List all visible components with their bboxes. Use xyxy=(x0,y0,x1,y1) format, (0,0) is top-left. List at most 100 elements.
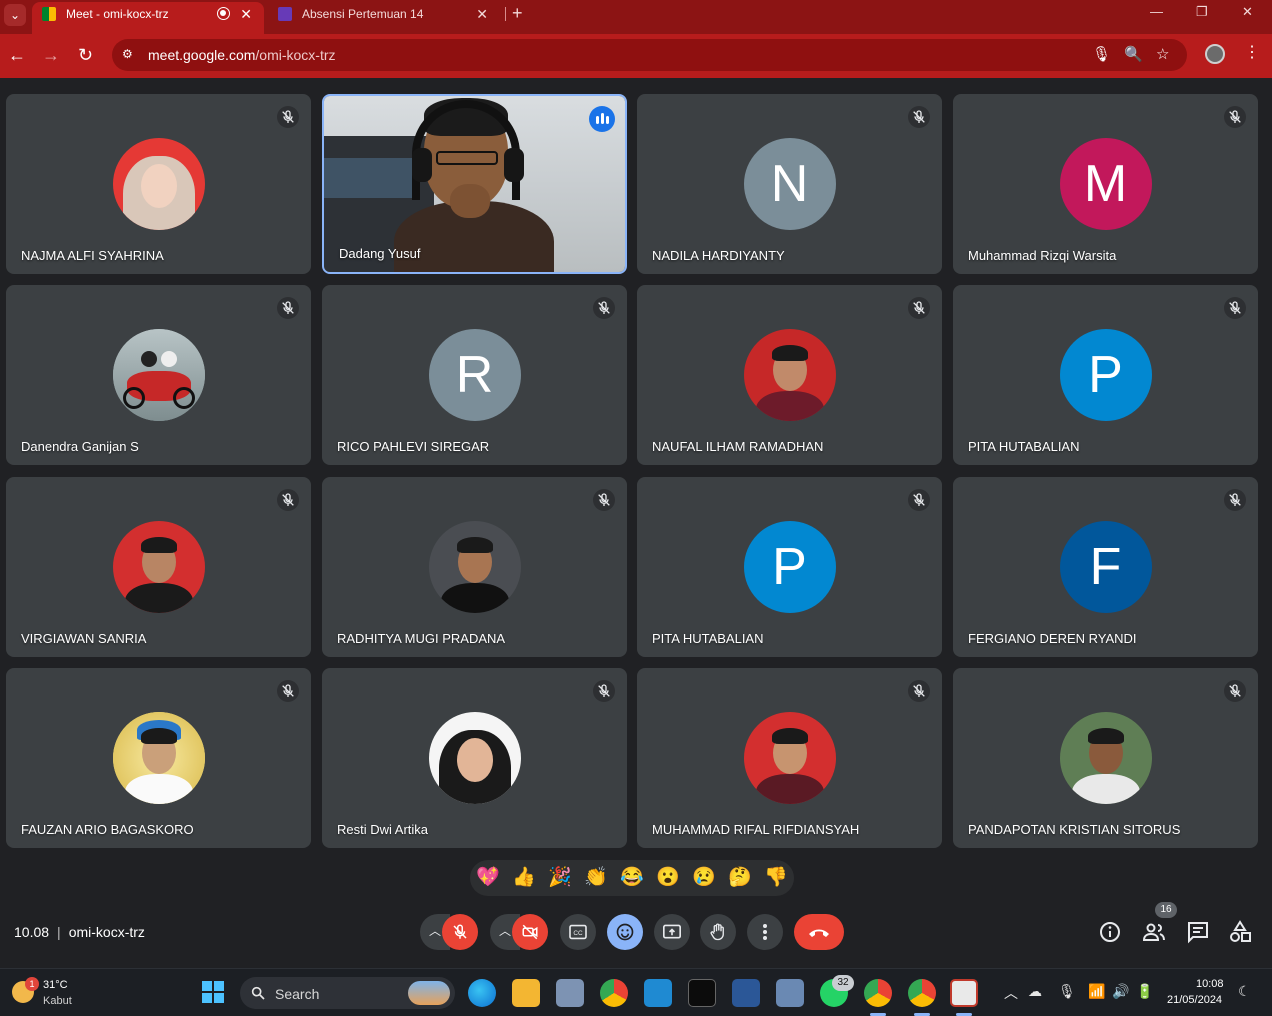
avatar xyxy=(112,521,205,613)
participant-tile[interactable]: P PITA HUTABALIAN xyxy=(637,477,942,657)
address-bar[interactable]: ⚙ meet.google.com/omi-kocx-trz 🎙 🔍 ☆ xyxy=(112,39,1187,71)
microphone-tray-icon[interactable]: 🎙 xyxy=(1058,983,1076,1000)
volume-icon[interactable]: 🔊 xyxy=(1112,983,1129,1000)
back-icon[interactable]: ← xyxy=(8,44,26,66)
tab-title: Absensi Pertemuan 14 xyxy=(302,7,424,21)
participant-tile[interactable]: FAUZAN ARIO BAGASKORO xyxy=(6,668,311,848)
meet-favicon-icon xyxy=(42,7,56,21)
reaction-emoji[interactable]: 👍 xyxy=(512,866,536,890)
participant-tile[interactable]: VIRGIAWAN SANRIA xyxy=(6,477,311,657)
participant-tile[interactable]: R RICO PAHLEVI SIREGAR xyxy=(322,285,627,465)
reaction-emoji[interactable]: 😮 xyxy=(656,866,680,890)
wifi-icon[interactable]: 📶 xyxy=(1088,983,1105,1000)
url-text: meet.google.com/omi-kocx-trz xyxy=(148,47,336,63)
participant-tile[interactable]: F FERGIANO DEREN RYANDI xyxy=(953,477,1258,657)
meeting-separator: | xyxy=(57,924,61,940)
weather-temperature[interactable]: 31°C xyxy=(43,979,68,991)
profile-avatar[interactable] xyxy=(1205,44,1225,64)
microphone-icon[interactable]: 🎙 xyxy=(1092,45,1111,63)
browser-toolbar: ← → ↻ ⚙ meet.google.com/omi-kocx-trz 🎙 🔍… xyxy=(0,34,1272,78)
participant-tile[interactable]: N NADILA HARDIYANTY xyxy=(637,94,942,274)
raise-hand-button[interactable] xyxy=(700,914,736,950)
focus-moon-icon[interactable]: ☾ xyxy=(1238,983,1251,1000)
avatar: F xyxy=(1059,521,1152,613)
chevron-down-icon[interactable]: ⌄ xyxy=(4,4,26,26)
participant-name: RICO PAHLEVI SIREGAR xyxy=(337,439,490,454)
close-tab-icon[interactable]: ✕ xyxy=(476,2,488,26)
close-window-icon[interactable]: ✕ xyxy=(1242,4,1253,20)
site-info-icon[interactable]: ⚙ xyxy=(122,47,138,63)
reaction-emoji[interactable]: 😂 xyxy=(620,866,644,890)
reaction-emoji[interactable]: 🎉 xyxy=(548,866,572,890)
participant-tile[interactable]: MUHAMMAD RIFAL RIFDIANSYAH xyxy=(637,668,942,848)
muted-mic-icon xyxy=(908,297,930,319)
chrome-profile-icon[interactable] xyxy=(864,979,892,1007)
more-options-button[interactable] xyxy=(747,914,783,950)
close-tab-icon[interactable]: ✕ xyxy=(240,2,252,26)
participant-tile[interactable]: RADHITYA MUGI PRADANA xyxy=(322,477,627,657)
mic-toggle-button[interactable] xyxy=(442,914,478,950)
tab-meet[interactable]: Meet - omi-kocx-trz ✕ xyxy=(32,2,264,34)
bookmark-star-icon[interactable]: ☆ xyxy=(1156,45,1169,63)
participant-tile[interactable]: NAJMA ALFI SYAHRINA xyxy=(6,94,311,274)
file-explorer-icon[interactable] xyxy=(512,979,540,1007)
reload-icon[interactable]: ↻ xyxy=(78,44,93,66)
clock-date[interactable]: 21/05/2024 xyxy=(1167,994,1222,1006)
muted-mic-icon xyxy=(593,297,615,319)
forward-icon[interactable]: → xyxy=(42,44,60,66)
tab-absensi[interactable]: Absensi Pertemuan 14 ✕ xyxy=(268,2,500,34)
recording-icon xyxy=(217,7,230,20)
word-icon[interactable] xyxy=(732,979,760,1007)
battery-icon[interactable]: 🔋 xyxy=(1136,983,1153,1000)
participant-name: PITA HUTABALIAN xyxy=(652,631,764,646)
taskbar-search[interactable]: Search xyxy=(240,977,455,1009)
zoom-icon[interactable]: 🔍 xyxy=(1124,45,1143,63)
muted-mic-icon xyxy=(277,106,299,128)
participant-name: MUHAMMAD RIFAL RIFDIANSYAH xyxy=(652,822,860,837)
cloud-sync-icon[interactable]: ☁ xyxy=(1028,983,1042,1000)
vscode-icon[interactable] xyxy=(644,979,672,1007)
meeting-details-button[interactable] xyxy=(1098,920,1122,944)
edge-icon[interactable] xyxy=(468,979,496,1007)
muted-mic-icon xyxy=(1224,106,1246,128)
participant-tile[interactable]: NAUFAL ILHAM RAMADHAN xyxy=(637,285,942,465)
reaction-emoji[interactable]: 😢 xyxy=(692,866,716,890)
windows-start-icon[interactable] xyxy=(202,981,224,1003)
leave-call-icon xyxy=(809,929,829,937)
activities-button[interactable] xyxy=(1228,920,1252,944)
participant-tile[interactable]: Resti Dwi Artika xyxy=(322,668,627,848)
chat-button[interactable] xyxy=(1186,920,1210,944)
people-button[interactable] xyxy=(1142,920,1166,944)
show-hidden-icons-icon[interactable]: ︿ xyxy=(1004,983,1018,1003)
chrome-icon[interactable] xyxy=(600,979,628,1007)
weather-description[interactable]: Kabut xyxy=(43,995,72,1007)
participant-tile[interactable]: PANDAPOTAN KRISTIAN SITORUS xyxy=(953,668,1258,848)
chrome-profile-icon[interactable] xyxy=(908,979,936,1007)
browser-menu-icon[interactable]: ⋮ xyxy=(1244,42,1260,62)
camera-toggle-button[interactable] xyxy=(512,914,548,950)
present-screen-button[interactable] xyxy=(654,914,690,950)
emoji-reactions-button[interactable] xyxy=(607,914,643,950)
restore-icon[interactable]: ❐ xyxy=(1196,4,1208,20)
chat-icon xyxy=(1188,922,1208,944)
reaction-emoji[interactable]: 👎 xyxy=(764,866,788,890)
leave-call-button[interactable] xyxy=(794,914,844,950)
participant-tile[interactable]: M Muhammad Rizqi Warsita xyxy=(953,94,1258,274)
snipping-tool-icon[interactable] xyxy=(950,979,978,1007)
meeting-time: 10.08 xyxy=(14,924,50,940)
reaction-emoji[interactable]: 🤔 xyxy=(728,866,752,890)
control-panel-icon[interactable] xyxy=(556,979,584,1007)
weather-badge: 1 xyxy=(25,977,39,991)
minimize-icon[interactable]: — xyxy=(1150,4,1163,19)
clock-time[interactable]: 10:08 xyxy=(1196,978,1224,990)
captions-button[interactable]: CC xyxy=(560,914,596,950)
participant-tile[interactable]: Danendra Ganijan S xyxy=(6,285,311,465)
virtualbox-icon[interactable] xyxy=(776,979,804,1007)
reaction-emoji[interactable]: 👏 xyxy=(584,866,608,890)
participant-tile[interactable]: Dadang Yusuf xyxy=(322,94,627,274)
participant-name: Danendra Ganijan S xyxy=(21,439,139,454)
new-tab-button[interactable]: + xyxy=(512,2,523,24)
reaction-emoji[interactable]: 💖 xyxy=(476,866,500,890)
participant-tile[interactable]: P PITA HUTABALIAN xyxy=(953,285,1258,465)
terminal-icon[interactable] xyxy=(688,979,716,1007)
